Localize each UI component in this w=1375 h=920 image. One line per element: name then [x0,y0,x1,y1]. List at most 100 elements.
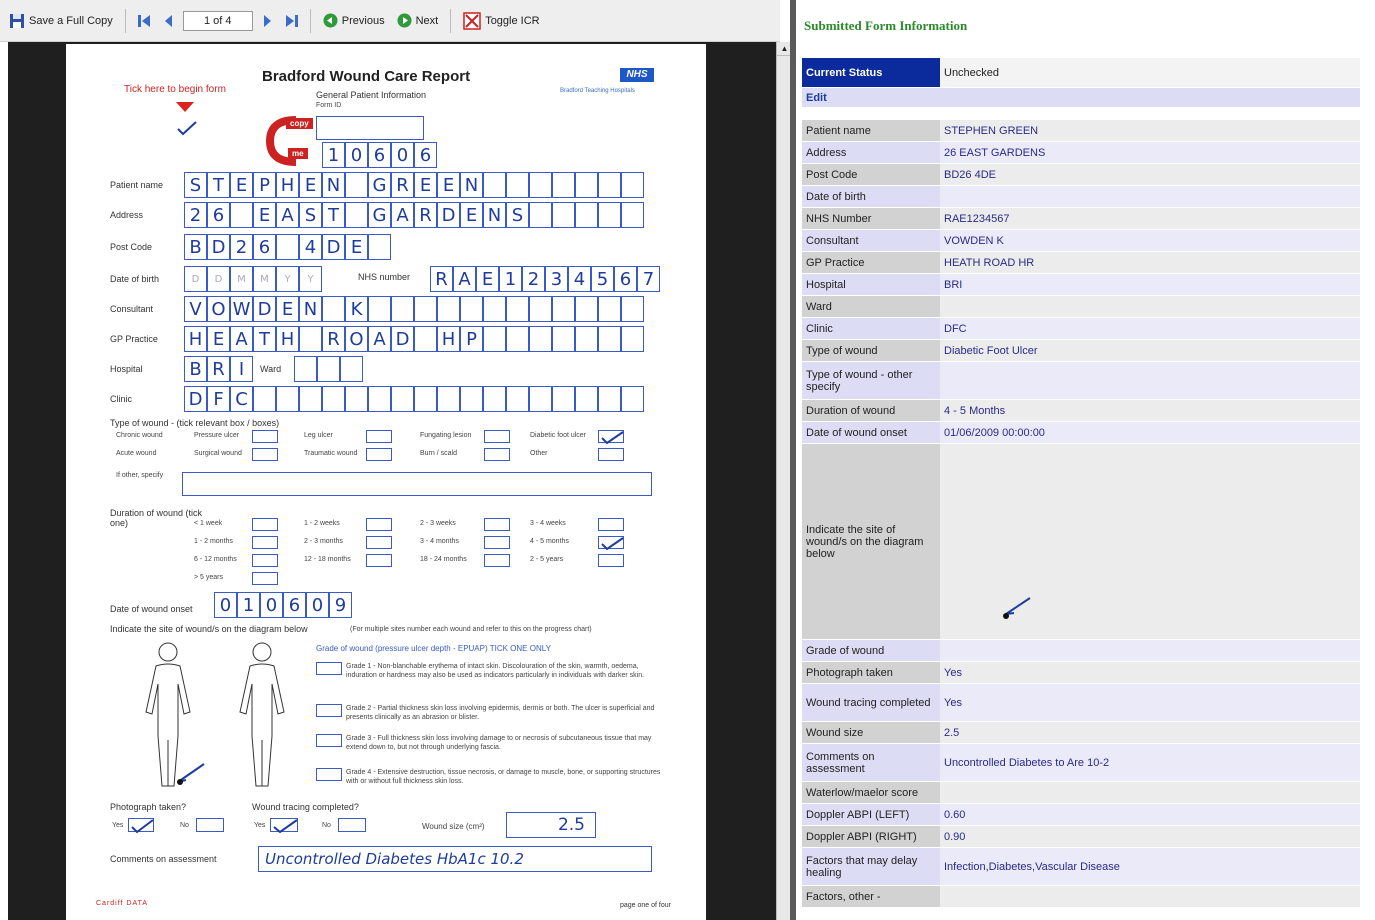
field-row: Grade of wound [802,640,1360,662]
field-value: Unchecked [940,58,1360,87]
char-box: A [453,266,476,292]
char-box [414,386,437,412]
char-box [529,172,552,198]
grade-checkbox[interactable] [316,734,342,747]
nhs-logo: NHS [620,68,654,82]
char-box: D [207,234,230,260]
field-value: DFC [940,318,1360,339]
char-box [299,386,322,412]
duration-checkbox[interactable] [598,518,624,531]
duration-checkbox[interactable] [484,518,510,531]
wound-type-checkbox[interactable] [484,430,510,443]
field-label: Indicate the site of wound/s on the diag… [802,444,940,639]
next-page-button[interactable] [259,11,277,31]
next-form-label: Next [415,14,439,27]
other-specify-box [182,472,652,496]
char-box [317,356,340,382]
dob-boxes: DDMMYY [184,266,322,292]
duration-option-label: 18 - 24 months [420,556,467,563]
duration-checkbox[interactable] [484,536,510,549]
wound-type-checkbox[interactable] [598,430,624,445]
consultant-label: Consultant [110,304,154,314]
photo-yes-label: Yes [112,822,124,829]
char-box: D [437,202,460,228]
char-box: V [184,296,207,322]
duration-option-label: 2 - 3 months [304,538,343,545]
field-value: Yes [940,684,1360,721]
field-value [940,108,1360,119]
grade-checkbox[interactable] [316,768,342,781]
char-box: 2 [184,202,207,228]
wound-type-checkbox[interactable] [598,448,624,461]
tracing-yes-checkbox[interactable] [270,818,298,834]
duration-checkbox[interactable] [366,536,392,549]
field-value: HEATH ROAD HR [940,252,1360,273]
field-label: Waterlow/maelor score [802,782,940,803]
last-page-button[interactable] [283,11,301,31]
onset-label: Date of wound onset [110,604,193,614]
photo-no-checkbox[interactable] [196,818,224,832]
duration-checkbox[interactable] [484,554,510,567]
tracing-no-checkbox[interactable] [338,818,366,832]
grade-description: Grade 4 - Extensive destruction, tissue … [346,769,661,785]
duration-checkbox[interactable] [598,554,624,567]
char-box: R [391,172,414,198]
duration-checkbox[interactable] [366,518,392,531]
field-label: Clinic [802,318,940,339]
save-full-copy-button[interactable]: Save a Full Copy [6,8,116,34]
checkmark-icon [601,537,624,551]
char-box [506,172,529,198]
duration-checkbox[interactable] [598,536,624,551]
site-note: (For multiple sites number each wound an… [350,626,592,633]
wound-type-checkbox[interactable] [252,448,278,461]
comments-label: Comments on assessment [110,854,217,864]
char-box [299,326,322,352]
field-label: Post Code [802,164,940,185]
char-box: 0 [306,592,329,618]
char-box: Y [299,266,322,292]
field-row: Date of wound onset 01/06/2009 00:00:00 [802,422,1360,444]
duration-checkbox[interactable] [252,554,278,567]
char-box: N [299,296,322,322]
wound-type-checkbox[interactable] [252,430,278,443]
toolbar-separator [124,8,126,33]
wound-type-checkbox[interactable] [484,448,510,461]
clinic-boxes: DFC [184,386,644,412]
field-row: Wound size 2.5 [802,722,1360,744]
field-row: Clinic DFC [802,318,1360,340]
grade-checkbox[interactable] [316,704,342,717]
postcode-label: Post Code [110,242,153,252]
photo-yes-checkbox[interactable] [128,818,154,834]
toggle-icr-button[interactable]: Toggle ICR [460,8,542,34]
gp-label: GP Practice [110,334,158,344]
address-label: Address [110,210,144,220]
next-form-button[interactable]: Next [394,8,442,34]
field-value: 4 - 5 Months [940,400,1360,421]
submitted-fields-table: Current Status Unchecked Edit Patient name S… [802,58,1360,908]
green-circle-left-icon [323,13,338,28]
duration-checkbox[interactable] [252,536,278,549]
page-number-input[interactable]: 1 of 4 [182,10,253,31]
duration-option-label: 4 - 5 months [530,538,569,545]
field-row: Type of wound Diabetic Foot Ulcer [802,340,1360,362]
field-value [940,362,1360,399]
field-value [940,886,1360,907]
grade-checkbox[interactable] [316,662,342,675]
previous-page-button[interactable] [159,11,177,31]
field-label: Photograph taken [802,662,940,683]
char-box [621,296,644,322]
first-page-button[interactable] [135,11,153,31]
char-box [575,296,598,322]
footer-page: page one of four [620,902,671,909]
field-row: Consultant VOWDEN K [802,230,1360,252]
duration-checkbox[interactable] [366,554,392,567]
char-box: 1 [322,142,345,168]
previous-form-button[interactable]: Previous [320,8,388,34]
wound-type-checkbox[interactable] [366,430,392,443]
duration-checkbox[interactable] [252,572,278,585]
field-label[interactable]: Edit [802,88,940,107]
char-box [598,296,621,322]
char-box: 1 [237,592,260,618]
duration-checkbox[interactable] [252,518,278,531]
wound-type-checkbox[interactable] [366,448,392,461]
